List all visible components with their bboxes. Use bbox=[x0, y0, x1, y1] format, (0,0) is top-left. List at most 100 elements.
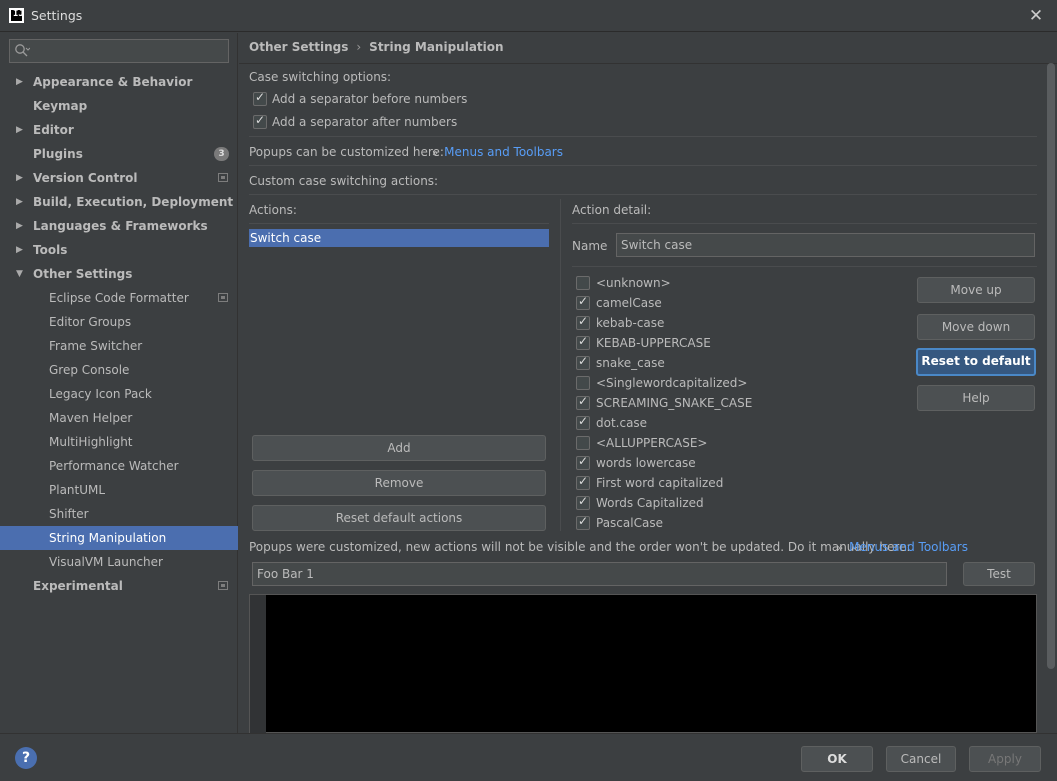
sidebar-item[interactable]: Eclipse Code Formatter bbox=[0, 286, 238, 310]
sidebar-item-label: Version Control bbox=[33, 171, 138, 185]
chevron-right-icon[interactable]: ▶ bbox=[16, 238, 23, 262]
chevron-right-icon[interactable]: ▶ bbox=[16, 118, 23, 142]
case-checkbox[interactable] bbox=[576, 394, 590, 410]
sidebar-item[interactable]: String Manipulation bbox=[0, 526, 238, 550]
chevron-right-icon[interactable]: ▶ bbox=[16, 214, 23, 238]
sidebar-item[interactable]: Keymap bbox=[0, 94, 238, 118]
sidebar-item[interactable]: Experimental bbox=[0, 574, 238, 598]
sidebar-item[interactable]: Maven Helper bbox=[0, 406, 238, 430]
case-options-heading: Case switching options: bbox=[249, 70, 392, 84]
case-label[interactable]: KEBAB-UPPERCASE bbox=[596, 336, 711, 350]
test-input[interactable]: Foo Bar 1 bbox=[252, 562, 947, 586]
sidebar-item[interactable]: Legacy Icon Pack bbox=[0, 382, 238, 406]
sidebar-item[interactable]: PlantUML bbox=[0, 478, 238, 502]
separator-after-label[interactable]: Add a separator after numbers bbox=[272, 115, 457, 129]
chevron-right-icon[interactable]: ▶ bbox=[16, 190, 23, 214]
chevron-down-icon[interactable]: ▼ bbox=[16, 262, 23, 286]
action-name-field[interactable]: Switch case bbox=[616, 233, 1035, 257]
case-checkbox[interactable] bbox=[576, 494, 590, 510]
help-button[interactable]: Help bbox=[917, 385, 1035, 411]
list-item[interactable]: Switch case bbox=[249, 229, 549, 247]
sidebar-item-label: Performance Watcher bbox=[49, 459, 179, 473]
sidebar-item[interactable]: Editor Groups bbox=[0, 310, 238, 334]
case-label[interactable]: snake_case bbox=[596, 356, 665, 370]
apply-button[interactable]: Apply bbox=[969, 746, 1041, 772]
case-checkbox[interactable] bbox=[576, 334, 590, 350]
add-action-button[interactable]: Add bbox=[252, 435, 546, 461]
help-icon[interactable]: ? bbox=[15, 747, 37, 769]
sidebar-item-label: VisualVM Launcher bbox=[49, 555, 163, 569]
case-label[interactable]: <Singlewordcapitalized> bbox=[596, 376, 747, 390]
case-checkbox[interactable] bbox=[576, 436, 590, 450]
menus-toolbars-link[interactable]: Menus and Toolbars bbox=[444, 145, 563, 159]
case-checkbox[interactable] bbox=[576, 314, 590, 330]
panel-separator bbox=[560, 199, 561, 531]
case-checkbox[interactable] bbox=[576, 474, 590, 490]
window-title: Settings bbox=[31, 8, 83, 23]
remove-action-button[interactable]: Remove bbox=[252, 470, 546, 496]
actions-list[interactable]: Switch case bbox=[249, 229, 549, 429]
sidebar-item[interactable]: ▶ Version Control bbox=[0, 166, 238, 190]
chevron-right-icon[interactable]: ▶ bbox=[16, 166, 23, 190]
sidebar-item[interactable]: ▼ Other Settings bbox=[0, 262, 238, 286]
sidebar-item[interactable]: ▶ Languages & Frameworks bbox=[0, 214, 238, 238]
sidebar-item[interactable]: Frame Switcher bbox=[0, 334, 238, 358]
sidebar-item[interactable]: ▶ Build, Execution, Deployment bbox=[0, 190, 238, 214]
sidebar-item[interactable]: ▶ Editor bbox=[0, 118, 238, 142]
case-checkbox[interactable] bbox=[576, 376, 590, 390]
popups-text: Popups can be customized here: bbox=[249, 145, 444, 159]
chevron-right-icon: » bbox=[432, 148, 439, 159]
case-label[interactable]: PascalCase bbox=[596, 516, 663, 530]
reset-default-actions-button[interactable]: Reset default actions bbox=[252, 505, 546, 531]
sidebar-item[interactable]: Grep Console bbox=[0, 358, 238, 382]
sidebar-item[interactable]: Shifter bbox=[0, 502, 238, 526]
search-input[interactable] bbox=[9, 39, 229, 63]
sidebar-item-label: PlantUML bbox=[49, 483, 106, 497]
case-label[interactable]: camelCase bbox=[596, 296, 662, 310]
project-scope-icon bbox=[218, 581, 228, 590]
case-label[interactable]: kebab-case bbox=[596, 316, 664, 330]
menus-toolbars-link[interactable]: Menus and Toolbars bbox=[849, 540, 968, 554]
case-label[interactable]: dot.case bbox=[596, 416, 647, 430]
case-label[interactable]: <unknown> bbox=[596, 276, 671, 290]
sidebar-item-label: Other Settings bbox=[33, 267, 133, 281]
separator-before-label[interactable]: Add a separator before numbers bbox=[272, 92, 467, 106]
chevron-right-icon: » bbox=[837, 543, 844, 554]
case-checkbox[interactable] bbox=[576, 414, 590, 430]
case-checkbox[interactable] bbox=[576, 276, 590, 290]
breadcrumb-current: String Manipulation bbox=[369, 40, 504, 54]
test-button[interactable]: Test bbox=[963, 562, 1035, 586]
vertical-scrollbar[interactable] bbox=[1047, 63, 1055, 669]
case-checkbox[interactable] bbox=[576, 354, 590, 370]
case-checkbox[interactable] bbox=[576, 514, 590, 530]
case-checkbox[interactable] bbox=[576, 294, 590, 310]
divider bbox=[249, 223, 549, 224]
case-label[interactable]: <ALLUPPERCASE> bbox=[596, 436, 707, 450]
case-checkbox[interactable] bbox=[576, 454, 590, 470]
sidebar-item-label: MultiHighlight bbox=[49, 435, 133, 449]
case-label[interactable]: SCREAMING_SNAKE_CASE bbox=[596, 396, 752, 410]
notice-link[interactable]: » Menus and Toolbars bbox=[837, 540, 968, 554]
sidebar-item[interactable]: VisualVM Launcher bbox=[0, 550, 238, 574]
case-label[interactable]: words lowercase bbox=[596, 456, 696, 470]
close-icon[interactable]: ✕ bbox=[1025, 5, 1047, 27]
sidebar-item[interactable]: Plugins 3 bbox=[0, 142, 238, 166]
sidebar-item[interactable]: MultiHighlight bbox=[0, 430, 238, 454]
case-label[interactable]: First word capitalized bbox=[596, 476, 723, 490]
breadcrumb-parent[interactable]: Other Settings bbox=[249, 40, 348, 54]
cancel-button[interactable]: Cancel bbox=[886, 746, 956, 772]
search-icon bbox=[15, 44, 30, 57]
sidebar-item[interactable]: Performance Watcher bbox=[0, 454, 238, 478]
move-up-button[interactable]: Move up bbox=[917, 277, 1035, 303]
popups-link[interactable]: » Menus and Toolbars bbox=[432, 145, 563, 159]
sidebar-item[interactable]: ▶ Appearance & Behavior bbox=[0, 70, 238, 94]
move-down-button[interactable]: Move down bbox=[917, 314, 1035, 340]
sidebar-item-label: Tools bbox=[33, 243, 68, 257]
ok-button[interactable]: OK bbox=[801, 746, 873, 772]
separator-before-checkbox[interactable] bbox=[253, 90, 267, 106]
reset-to-default-button[interactable]: Reset to default bbox=[916, 348, 1036, 376]
chevron-right-icon[interactable]: ▶ bbox=[16, 70, 23, 94]
sidebar-item[interactable]: ▶ Tools bbox=[0, 238, 238, 262]
case-label[interactable]: Words Capitalized bbox=[596, 496, 704, 510]
separator-after-checkbox[interactable] bbox=[253, 113, 267, 129]
